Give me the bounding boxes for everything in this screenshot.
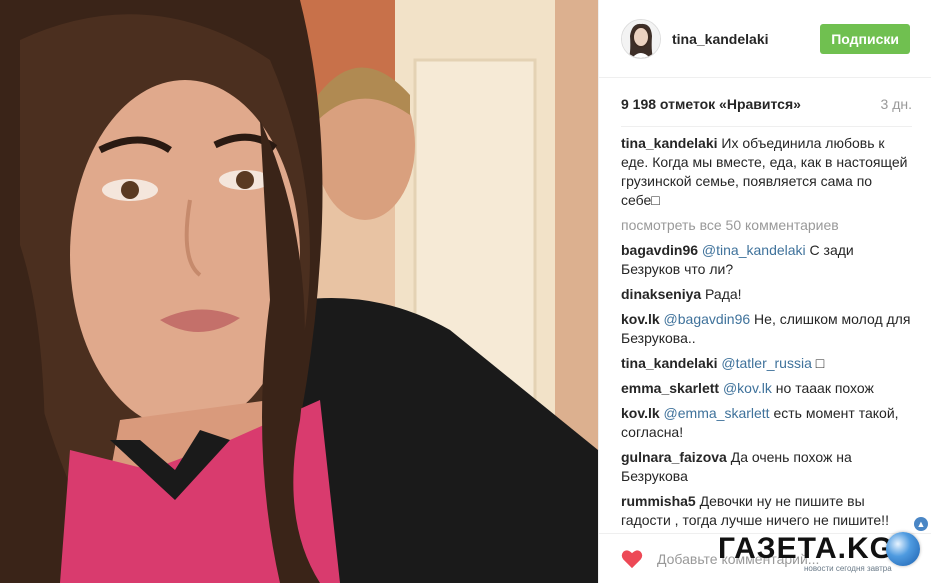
comment-text: Рада! [701,286,742,302]
watermark-tagline: новости сегодня завтра [804,564,892,573]
comment-username[interactable]: tina_kandelaki [621,355,718,371]
avatar[interactable] [621,18,661,59]
comment-text: □ [811,355,825,371]
comment-username[interactable]: emma_skarlett [621,380,719,396]
comment-item: kov.lk @emma_skarlett есть момент такой,… [621,404,914,442]
comment-username[interactable]: dinakseniya [621,286,701,302]
comment-item: emma_skarlett @kov.lk но тааак похож [621,379,914,398]
selfie-image [0,0,598,583]
avatar-image [622,19,660,58]
post-age[interactable]: 3 дн. [881,96,912,112]
comment-mention[interactable]: @kov.lk [723,380,772,396]
post-sidebar: tina_kandelaki Подписки 9 198 отметок «Н… [598,0,931,583]
globe-icon [886,532,920,566]
post-header: tina_kandelaki Подписки [599,0,931,78]
divider [621,126,912,127]
comment-item: gulnara_faizova Да очень похож на Безрук… [621,448,914,486]
watermark-brand: ГАЗЕТА.KG [718,532,895,565]
heart-icon[interactable] [621,549,643,569]
comment-username[interactable]: kov.lk [621,405,660,421]
comment-mention[interactable]: @emma_skarlett [664,405,770,421]
watermark: ГАЗЕТА.KG новости сегодня завтра [712,528,922,576]
comment-item: dinakseniya Рада! [621,285,914,304]
comment-item: rummisha5 Девочки ну не пишите вы гадост… [621,492,914,530]
comment-username[interactable]: rummisha5 [621,493,696,509]
post-author-username[interactable]: tina_kandelaki [672,31,820,47]
comment-item: kov.lk @bagavdin96 Не, слишком молод для… [621,310,914,348]
comment-username[interactable]: gulnara_faizova [621,449,727,465]
post-stats: 9 198 отметок «Нравится» 3 дн. [621,96,912,112]
follow-button[interactable]: Подписки [820,23,910,54]
comments-list: tina_kandelaki Их объединила любовь к ед… [621,134,914,536]
comment-mention[interactable]: @tina_kandelaki [702,242,806,258]
comment-mention[interactable]: @tatler_russia [721,355,811,371]
view-all-comments-link[interactable]: посмотреть все 50 комментариев [621,216,914,235]
caption-username[interactable]: tina_kandelaki [621,135,718,151]
comment-username[interactable]: bagavdin96 [621,242,698,258]
post-caption: tina_kandelaki Их объединила любовь к ед… [621,134,914,210]
scroll-up-icon[interactable]: ▲ [914,517,928,531]
comment-username[interactable]: kov.lk [621,311,660,327]
comment-mention[interactable]: @bagavdin96 [664,311,751,327]
post-photo[interactable] [0,0,598,583]
comment-item: tina_kandelaki @tatler_russia □ [621,354,914,373]
instagram-post: tina_kandelaki Подписки 9 198 отметок «Н… [0,0,931,583]
likes-count[interactable]: 9 198 отметок «Нравится» [621,96,801,112]
comment-item: bagavdin96 @tina_kandelaki С зади Безрук… [621,241,914,279]
comment-text: но тааак похож [771,380,874,396]
